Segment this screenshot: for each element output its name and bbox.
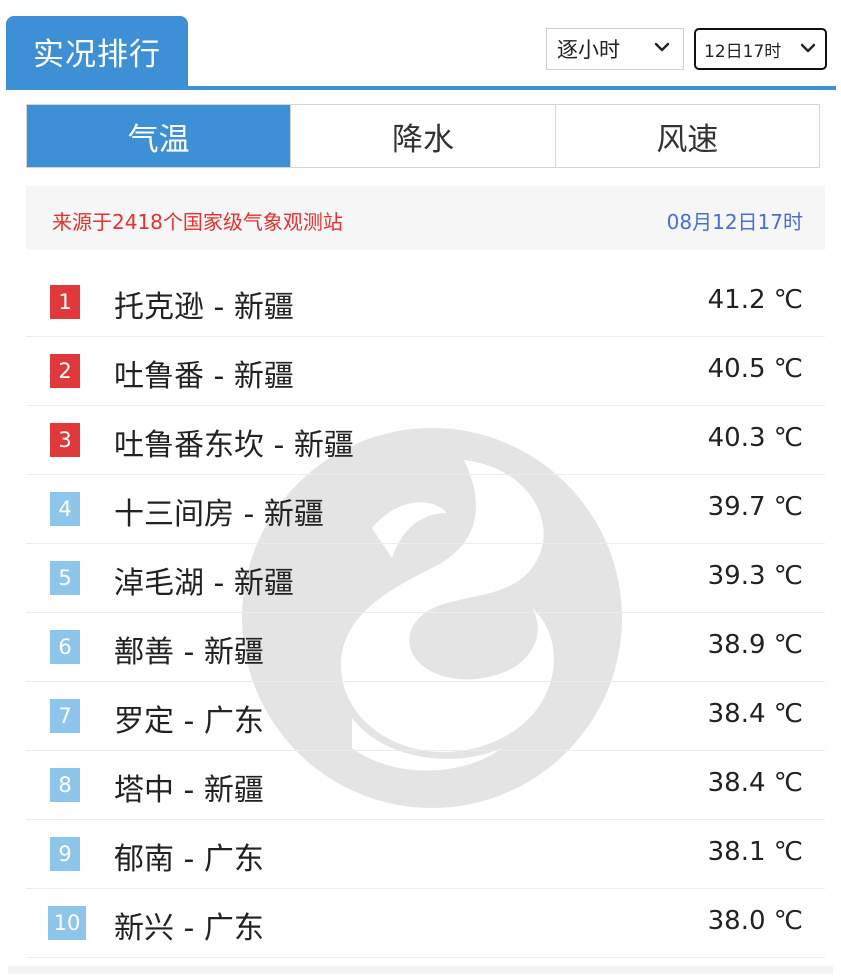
temperature-value: 38.4 ℃ <box>707 768 803 798</box>
station-name: 塔中 - 新疆 <box>114 773 264 808</box>
hour-mode-value: 逐小时 <box>557 38 620 62</box>
list-item[interactable]: 10 新兴 - 广东 38.0 ℃ <box>26 889 825 958</box>
observation-time: 08月12日17时 <box>666 210 803 234</box>
station-name: 吐鲁番 - 新疆 <box>114 359 294 394</box>
temperature-value: 39.3 ℃ <box>707 561 803 591</box>
rank-badge: 5 <box>50 561 80 595</box>
temperature-value: 40.5 ℃ <box>707 354 803 384</box>
list-item[interactable]: 3 吐鲁番东坎 - 新疆 40.3 ℃ <box>26 406 825 475</box>
rank-badge: 1 <box>50 285 80 319</box>
station-name: 十三间房 - 新疆 <box>114 497 324 532</box>
station-name: 托克逊 - 新疆 <box>114 290 294 325</box>
header-divider <box>6 86 836 90</box>
list-item[interactable]: 8 塔中 - 新疆 38.4 ℃ <box>26 751 825 820</box>
chevron-down-icon <box>800 43 816 53</box>
time-select-value: 12日17时 <box>704 41 782 62</box>
list-item[interactable]: 6 鄯善 - 新疆 38.9 ℃ <box>26 613 825 682</box>
temperature-value: 38.4 ℃ <box>707 699 803 729</box>
info-bar: 来源于2418个国家级气象观测站 08月12日17时 <box>26 186 825 250</box>
temperature-value: 38.0 ℃ <box>707 906 803 936</box>
tab-temperature[interactable]: 气温 <box>27 105 292 167</box>
station-name: 鄯善 - 新疆 <box>114 635 264 670</box>
tab-wind-speed[interactable]: 风速 <box>555 105 819 167</box>
rank-badge: 10 <box>48 906 86 940</box>
station-name: 新兴 - 广东 <box>114 911 264 946</box>
station-name: 郁南 - 广东 <box>114 842 264 877</box>
list-item[interactable]: 1 托克逊 - 新疆 41.2 ℃ <box>26 268 825 337</box>
rank-badge: 8 <box>50 768 80 802</box>
temperature-value: 39.7 ℃ <box>707 492 803 522</box>
rank-badge: 2 <box>50 354 80 388</box>
rank-badge: 7 <box>50 699 80 733</box>
bottom-divider <box>8 966 833 974</box>
station-name: 吐鲁番东坎 - 新疆 <box>114 428 354 463</box>
list-item[interactable]: 5 淖毛湖 - 新疆 39.3 ℃ <box>26 544 825 613</box>
source-text: 来源于2418个国家级气象观测站 <box>52 210 343 234</box>
rank-badge: 9 <box>50 837 80 871</box>
temperature-value: 41.2 ℃ <box>707 285 803 315</box>
rank-badge: 4 <box>50 492 80 526</box>
tab-precipitation[interactable]: 降水 <box>291 105 556 167</box>
chevron-down-icon <box>654 42 670 52</box>
station-name: 罗定 - 广东 <box>114 704 264 739</box>
list-item[interactable]: 4 十三间房 - 新疆 39.7 ℃ <box>26 475 825 544</box>
temperature-value: 40.3 ℃ <box>707 423 803 453</box>
rank-badge: 6 <box>50 630 80 664</box>
list-item[interactable]: 2 吐鲁番 - 新疆 40.5 ℃ <box>26 337 825 406</box>
station-name: 淖毛湖 - 新疆 <box>114 566 294 601</box>
ranking-panel: 实况排行 逐小时 12日17时 气温 降水 风速 来源于2418个国家级气象观测… <box>0 0 841 980</box>
list-item[interactable]: 9 郁南 - 广东 38.1 ℃ <box>26 820 825 889</box>
temperature-value: 38.1 ℃ <box>707 837 803 867</box>
hour-mode-select[interactable]: 逐小时 <box>546 28 684 70</box>
rank-badge: 3 <box>50 423 80 457</box>
time-select[interactable]: 12日17时 <box>694 28 827 70</box>
panel-title: 实况排行 <box>6 16 188 88</box>
list-item[interactable]: 7 罗定 - 广东 38.4 ℃ <box>26 682 825 751</box>
ranking-list: 1 托克逊 - 新疆 41.2 ℃ 2 吐鲁番 - 新疆 40.5 ℃ 3 吐鲁… <box>26 268 825 958</box>
temperature-value: 38.9 ℃ <box>707 630 803 660</box>
metric-tabs: 气温 降水 风速 <box>26 104 820 168</box>
header: 实况排行 逐小时 12日17时 <box>6 16 836 90</box>
